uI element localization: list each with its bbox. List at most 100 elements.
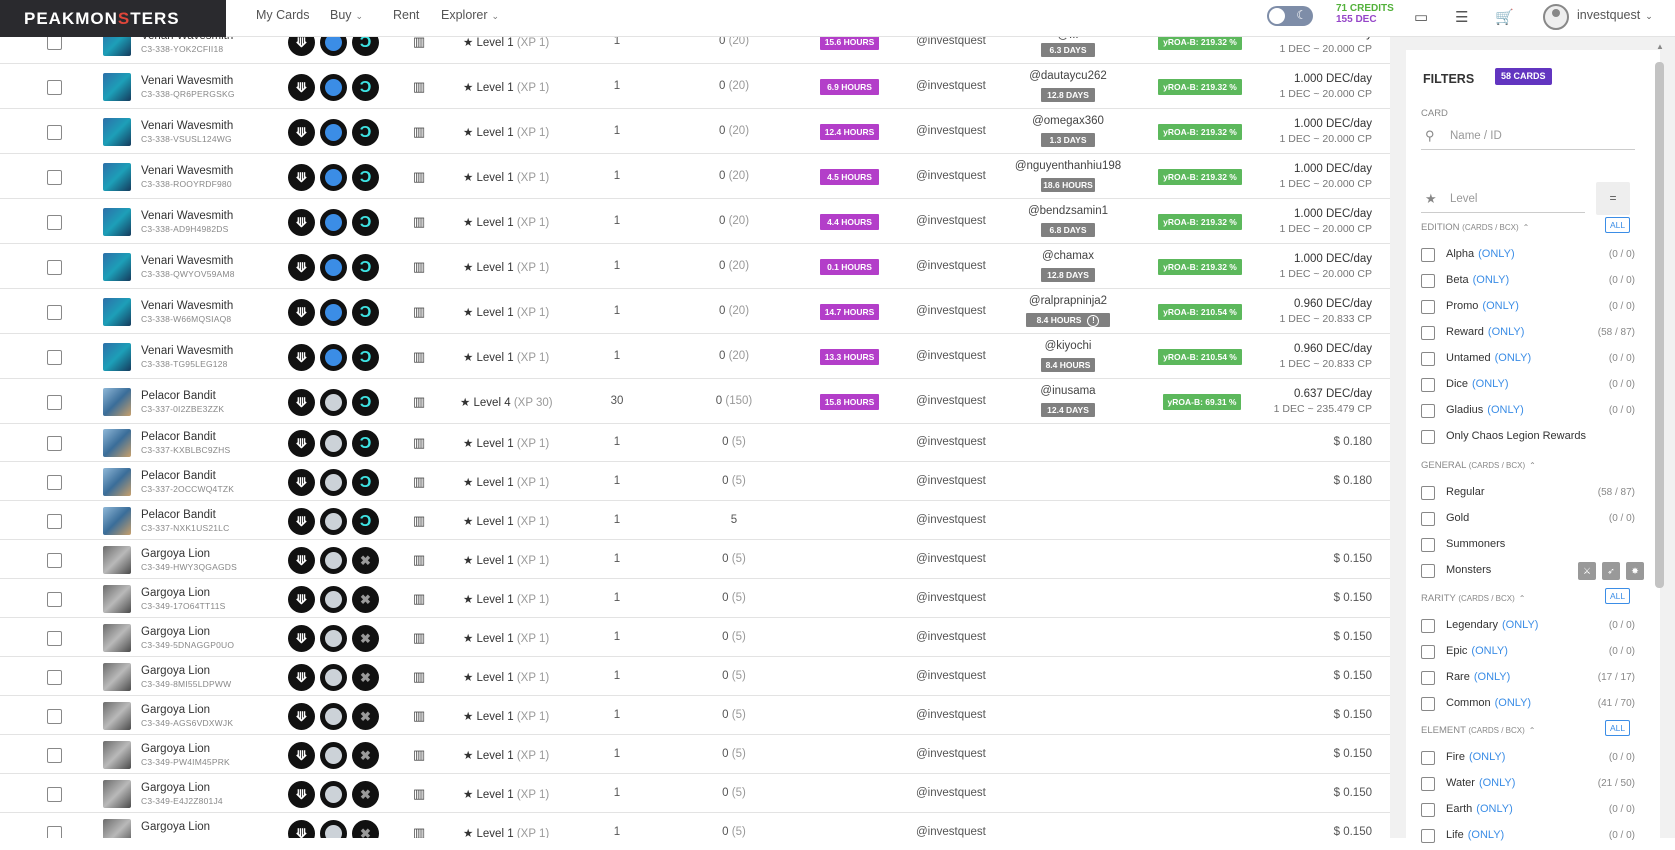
sword-icon[interactable]: ⚔ [1578,562,1596,580]
row-select-checkbox[interactable] [47,786,62,802]
filter-gladius[interactable]: Gladius (ONLY) (0 / 0) [1421,402,1635,420]
table-row[interactable]: Pelacor Bandit C3-337-0I2ZBE3ZZK ⟱ Ɔ ▥ ★ Leve… [0,379,1390,424]
nav-my-cards[interactable]: My Cards [256,0,309,37]
filter-checkbox[interactable] [1421,378,1435,392]
card-name[interactable]: Venari Wavesmith [141,255,233,267]
card-thumbnail[interactable] [103,297,131,326]
card-name[interactable]: Gargoya Lion [141,548,210,560]
theme-toggle[interactable]: ☾ [1267,6,1313,26]
filter-life[interactable]: Life (ONLY) (0 / 0) [1421,827,1635,845]
card-name[interactable]: Gargoya Lion [141,587,210,599]
filter-checkbox[interactable] [1421,300,1435,314]
card-thumbnail[interactable] [103,72,131,101]
row-select-checkbox[interactable] [47,37,62,50]
filter-fire[interactable]: Fire (ONLY) (0 / 0) [1421,749,1635,767]
row-select-checkbox[interactable] [47,304,62,320]
table-row[interactable]: Gargoya Lion C3-349-HWY3QGAGDS ⟱ ✖ ▥ ★ Level … [0,540,1390,579]
owner-link[interactable]: @investquest [916,748,986,760]
only-link[interactable]: (ONLY) [1488,326,1524,338]
renter-link[interactable]: @chamax [1001,250,1135,262]
card-thumbnail[interactable] [103,37,131,56]
card-thumbnail[interactable] [103,162,131,191]
card-thumbnail[interactable] [103,342,131,371]
card-thumbnail[interactable] [103,545,131,574]
only-link[interactable]: (ONLY) [1495,697,1531,709]
filter-alpha[interactable]: Alpha (ONLY) (0 / 0) [1421,246,1635,264]
chart-icon[interactable]: ▥ [413,747,425,763]
chart-icon[interactable]: ▥ [413,37,425,50]
card-name[interactable]: Pelacor Bandit [141,509,216,521]
only-link[interactable]: (ONLY) [1495,352,1531,364]
owner-link[interactable]: @investquest [916,215,986,227]
table-row[interactable]: Gargoya Lion C3-349-PW4IM45PRK ⟱ ✖ ▥ ★ Level … [0,735,1390,774]
account-menu[interactable]: investquest ⌄ [1577,8,1653,22]
chart-icon[interactable]: ▥ [413,552,425,568]
renter-link[interactable]: @nguyenthanhiu198 [1001,160,1135,172]
renter-link[interactable]: @inusama [1001,385,1135,397]
table-row[interactable]: Pelacor Bandit C3-337-KXBLBC9ZHS ⟱ Ɔ ▥ ★ Leve… [0,424,1390,462]
owner-link[interactable]: @investquest [916,436,986,448]
card-thumbnail[interactable] [103,387,131,416]
row-select-checkbox[interactable] [47,552,62,568]
row-select-checkbox[interactable] [47,349,62,365]
cart-icon[interactable]: 🛒 [1495,8,1514,26]
filter-section-element[interactable]: ELEMENT (CARDS / BCX) ⌃ [1421,725,1536,736]
filter-regular[interactable]: Regular (58 / 87) [1421,484,1635,502]
filter-checkbox[interactable] [1421,352,1435,366]
renter-link[interactable]: @kiyochi [1001,340,1135,352]
card-thumbnail[interactable] [103,662,131,691]
table-row[interactable]: Venari Wavesmith C3-338-YOK2CFII18 ⟱ Ɔ ▥ ★ Le… [0,37,1390,64]
filter-checkbox[interactable] [1421,803,1435,817]
row-select-checkbox[interactable] [47,436,62,451]
peakmonsters-logo[interactable]: PEAKMONSTERS [0,0,226,37]
row-select-checkbox[interactable] [47,79,62,95]
chart-icon[interactable]: ▥ [413,259,425,275]
filter-checkbox[interactable] [1421,430,1435,444]
row-select-checkbox[interactable] [47,630,62,646]
table-row[interactable]: Gargoya Lion C3-349-AGS6VDXWJK ⟱ ✖ ▥ ★ Level … [0,696,1390,735]
row-select-checkbox[interactable] [47,394,62,410]
filter-checkbox[interactable] [1421,486,1435,500]
card-name[interactable]: Gargoya Lion [141,704,210,716]
card-name[interactable]: Venari Wavesmith [141,345,233,357]
card-thumbnail[interactable] [103,818,131,838]
user-avatar-icon[interactable] [1543,4,1569,30]
chart-icon[interactable]: ▥ [413,474,425,490]
card-thumbnail[interactable] [103,117,131,146]
card-thumbnail[interactable] [103,701,131,730]
only-link[interactable]: (ONLY) [1478,248,1514,260]
table-row[interactable]: Venari Wavesmith C3-338-VSUSL124WG ⟱ Ɔ ▥ ★ Le… [0,109,1390,154]
card-name[interactable]: Venari Wavesmith [141,210,233,222]
chart-icon[interactable]: ▥ [413,669,425,685]
filter-checkbox[interactable] [1421,777,1435,791]
card-thumbnail[interactable] [103,584,131,613]
card-thumbnail[interactable] [103,207,131,236]
filter-checkbox[interactable] [1421,564,1435,578]
owner-link[interactable]: @investquest [916,350,986,362]
table-row[interactable]: Venari Wavesmith C3-338-AD9H4982DS ⟱ Ɔ ▥ ★ Le… [0,199,1390,244]
card-name[interactable]: Pelacor Bandit [141,390,216,402]
table-row[interactable]: Pelacor Bandit C3-337-2OCCWQ4TZK ⟱ Ɔ ▥ ★ Leve… [0,462,1390,501]
card-thumbnail[interactable] [103,623,131,652]
layers-icon[interactable]: ☰ [1455,8,1468,26]
filter-water[interactable]: Water (ONLY) (21 / 50) [1421,775,1635,793]
only-link[interactable]: (ONLY) [1487,404,1523,416]
table-row[interactable]: Gargoya Lion C3-349-17O64TT11S ⟱ ✖ ▥ ★ Level … [0,579,1390,618]
card-name[interactable]: Pelacor Bandit [141,431,216,443]
owner-link[interactable]: @investquest [916,709,986,721]
filter-gold[interactable]: Gold (0 / 0) [1421,510,1635,528]
row-select-checkbox[interactable] [47,825,62,838]
owner-link[interactable]: @investquest [916,787,986,799]
filter-checkbox[interactable] [1421,538,1435,552]
owner-link[interactable]: @investquest [916,514,986,526]
table-row[interactable]: Gargoya Lion ⟱ ✖ ▥ ★ Level 1 (XP 1) 1 0 (5) @in… [0,813,1390,838]
row-select-checkbox[interactable] [47,214,62,230]
scrollbar-thumb[interactable] [1655,62,1664,588]
renter-link[interactable]: @omegax360 [1001,115,1135,127]
select-all-button[interactable]: ALL [1605,720,1630,736]
filter-common[interactable]: Common (ONLY) (41 / 70) [1421,695,1635,713]
filter-epic[interactable]: Epic (ONLY) (0 / 0) [1421,643,1635,661]
only-link[interactable]: (ONLY) [1468,829,1504,841]
table-row[interactable]: Gargoya Lion C3-349-E4J2Z801J4 ⟱ ✖ ▥ ★ Level … [0,774,1390,813]
only-link[interactable]: (ONLY) [1479,777,1515,789]
